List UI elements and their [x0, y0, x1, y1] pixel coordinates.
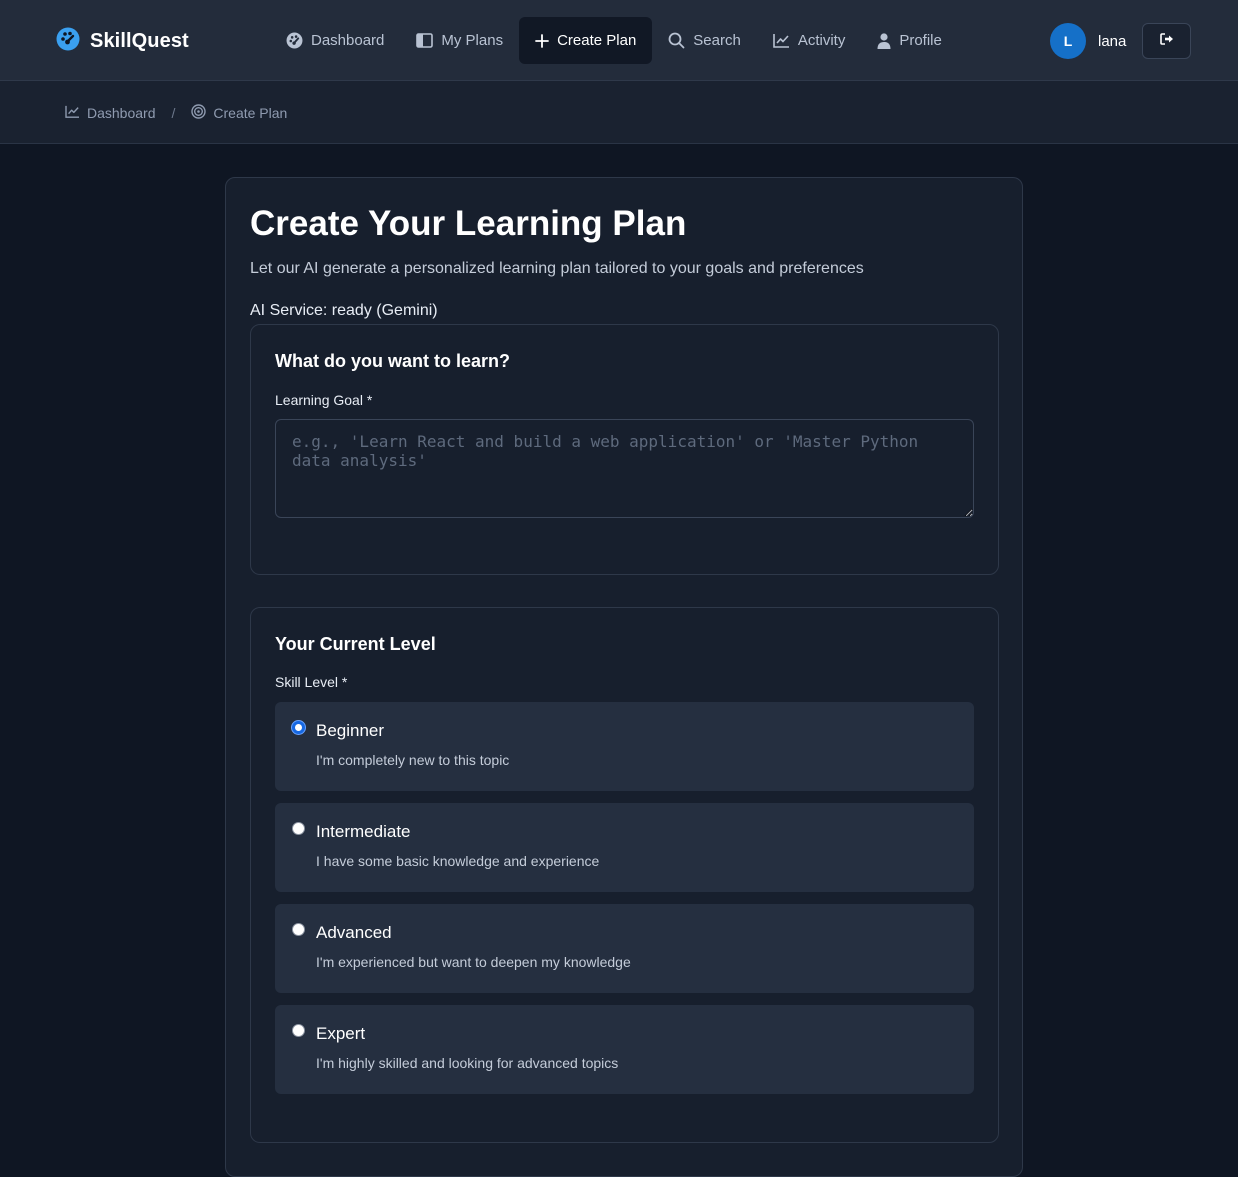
radio-advanced[interactable] [292, 923, 305, 936]
nav-item-search[interactable]: Search [652, 17, 757, 64]
option-description: I'm experienced but want to deepen my kn… [316, 954, 631, 970]
learning-goal-section: What do you want to learn? Learning Goal… [250, 324, 999, 575]
option-description: I'm highly skilled and looking for advan… [316, 1055, 619, 1071]
logout-button[interactable] [1142, 23, 1191, 59]
nav-item-create-plan[interactable]: Create Plan [519, 17, 653, 64]
learning-goal-label: Learning Goal * [275, 392, 373, 408]
skill-option-advanced[interactable]: Advanced I'm experienced but want to dee… [275, 904, 974, 993]
radio-expert[interactable] [292, 1024, 305, 1037]
plus-icon [535, 33, 549, 48]
search-icon [668, 32, 685, 49]
nav-label: Profile [899, 32, 942, 49]
option-name: Expert [316, 1024, 366, 1043]
avatar[interactable]: L [1050, 23, 1086, 59]
brand[interactable]: SkillQuest [56, 27, 189, 55]
breadcrumb-item-dashboard[interactable]: Dashboard [65, 105, 156, 121]
target-icon [191, 104, 207, 122]
learning-goal-input[interactable] [275, 419, 974, 518]
gauge-logo-icon [56, 27, 80, 56]
top-navbar: SkillQuest Dashboard My Plans Create Pla… [0, 0, 1238, 81]
section-title: What do you want to learn? [275, 351, 510, 371]
nav-item-my-plans[interactable]: My Plans [400, 17, 519, 64]
radio-beginner[interactable] [292, 721, 305, 734]
logout-icon [1159, 32, 1174, 50]
user-menu[interactable]: L lana [1050, 23, 1126, 59]
gauge-icon [286, 32, 303, 49]
chart-line-icon [773, 33, 790, 48]
skill-level-section: Your Current Level Skill Level * Beginne… [250, 607, 999, 1143]
skill-option-beginner[interactable]: Beginner I'm completely new to this topi… [275, 702, 974, 791]
breadcrumb-separator: / [171, 105, 176, 121]
breadcrumb-bar: Dashboard / Create Plan [0, 81, 1238, 144]
ai-service-status: AI Service: ready (Gemini) [250, 302, 438, 319]
option-name: Advanced [316, 923, 392, 942]
option-name: Beginner [316, 721, 385, 740]
nav-label: Activity [797, 32, 846, 49]
radio-intermediate[interactable] [292, 822, 305, 835]
breadcrumb-label: Create Plan [213, 105, 288, 121]
nav-label: Dashboard [311, 32, 385, 49]
nav-item-dashboard[interactable]: Dashboard [270, 17, 400, 64]
page-subtitle: Let our AI generate a personalized learn… [250, 260, 864, 277]
book-icon [416, 33, 434, 48]
app-name: SkillQuest [90, 29, 189, 52]
username: lana [1098, 32, 1127, 50]
breadcrumb-label: Dashboard [87, 105, 156, 121]
breadcrumb-item-create-plan: Create Plan [191, 104, 287, 122]
chart-line-icon [65, 105, 80, 121]
nav-item-profile[interactable]: Profile [861, 17, 958, 64]
option-description: I'm completely new to this topic [316, 752, 510, 768]
page-title: Create Your Learning Plan [250, 204, 687, 243]
skill-level-label: Skill Level * [275, 674, 348, 690]
nav-label: My Plans [441, 32, 504, 49]
nav-item-activity[interactable]: Activity [757, 17, 862, 64]
main-nav: Dashboard My Plans Create Plan Search Ac… [270, 17, 958, 64]
skill-option-expert[interactable]: Expert I'm highly skilled and looking fo… [275, 1005, 974, 1094]
user-icon [877, 32, 891, 49]
nav-label: Create Plan [557, 32, 637, 49]
breadcrumb: Dashboard / Create Plan [65, 103, 287, 123]
option-name: Intermediate [316, 822, 411, 841]
section-title: Your Current Level [275, 634, 436, 654]
skill-option-intermediate[interactable]: Intermediate I have some basic knowledge… [275, 803, 974, 892]
create-plan-card: Create Your Learning Plan Let our AI gen… [225, 177, 1023, 1177]
option-description: I have some basic knowledge and experien… [316, 853, 600, 869]
nav-label: Search [693, 32, 741, 49]
